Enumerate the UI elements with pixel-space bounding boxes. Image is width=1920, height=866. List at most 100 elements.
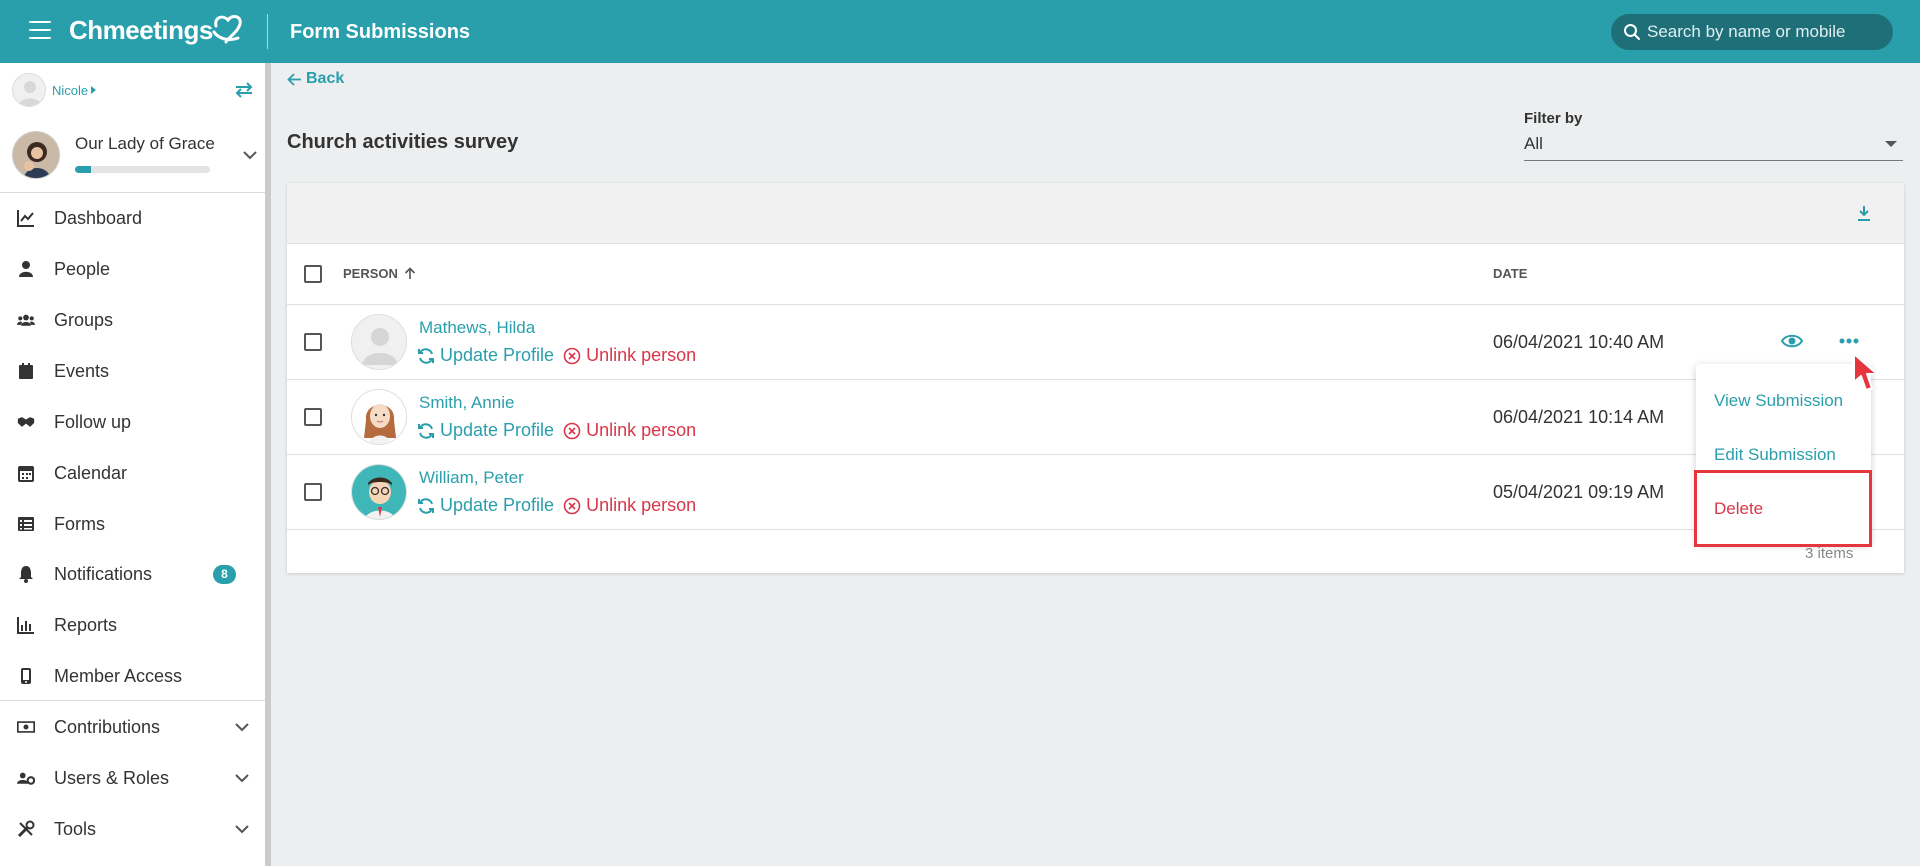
sidebar-scrollbar[interactable] <box>265 63 271 866</box>
sidebar-item-notifications[interactable]: Notifications 8 <box>0 553 265 595</box>
row-checkbox[interactable] <box>304 408 322 426</box>
row-checkbox[interactable] <box>304 333 322 351</box>
update-profile-label: Update Profile <box>440 420 555 440</box>
filter-label: Filter by <box>1524 110 1583 127</box>
sidebar-item-label: Calendar <box>54 462 128 483</box>
select-all-checkbox[interactable] <box>304 265 322 283</box>
unlink-person-link[interactable]: Unlink person <box>563 345 696 366</box>
bell-icon <box>16 564 36 584</box>
sidebar-item-label: People <box>54 258 111 279</box>
sort-arrow-up-icon <box>404 267 415 279</box>
column-header-date[interactable]: DATE <box>1493 266 1527 281</box>
sidebar-item-reports[interactable]: Reports <box>0 604 265 646</box>
sidebar-item-member-access[interactable]: Member Access <box>0 655 265 697</box>
person-name-link[interactable]: Mathews, Hilda <box>419 318 535 338</box>
notifications-badge: 8 <box>213 564 236 584</box>
sidebar-item-events[interactable]: Events <box>0 350 265 392</box>
church-selector[interactable]: Our Lady of Grace <box>12 131 262 185</box>
avatar <box>351 464 407 520</box>
row-actions: Update Profile Unlink person <box>417 345 696 366</box>
sidebar-item-label: Member Access <box>54 665 183 686</box>
user-menu[interactable]: Nicole <box>12 73 97 107</box>
view-submission-menu-item[interactable]: View Submission <box>1714 391 1843 411</box>
close-circle-icon <box>563 497 581 514</box>
table-header: PERSON DATE <box>287 244 1904 305</box>
hamburger-menu-icon[interactable] <box>29 21 51 39</box>
table-row: Mathews, Hilda Update Profile Unlink per… <box>287 305 1904 380</box>
brand-logo-text[interactable]: Chmeetings <box>69 15 213 46</box>
sidebar-item-users-roles[interactable]: Users & Roles <box>0 757 265 799</box>
back-link[interactable]: Back <box>287 70 344 88</box>
sidebar-item-people[interactable]: People <box>0 248 265 290</box>
sidebar-item-dashboard[interactable]: Dashboard <box>0 197 265 239</box>
items-count: 3 items <box>1805 545 1854 562</box>
update-profile-link[interactable]: Update Profile <box>417 420 554 441</box>
person-name-link[interactable]: Smith, Annie <box>419 393 514 413</box>
user-avatar <box>12 73 46 107</box>
row-actions: Update Profile Unlink person <box>417 420 696 441</box>
sidebar-item-follow-up[interactable]: Follow up <box>0 401 265 443</box>
update-profile-link[interactable]: Update Profile <box>417 495 554 516</box>
sidebar-divider <box>0 700 265 701</box>
table-toolbar <box>287 183 1904 244</box>
filter-value: All <box>1524 134 1543 153</box>
user-name[interactable]: Nicole <box>52 83 88 98</box>
sidebar-item-contributions[interactable]: Contributions <box>0 706 265 748</box>
chevron-down-icon[interactable] <box>243 151 257 160</box>
column-person-label: PERSON <box>343 266 398 281</box>
column-header-person[interactable]: PERSON <box>343 266 416 281</box>
more-horizontal-icon[interactable] <box>1839 338 1859 344</box>
church-progress-bar <box>75 166 210 173</box>
close-circle-icon <box>563 347 581 364</box>
handshake-icon <box>16 412 36 432</box>
submission-date: 05/04/2021 09:19 AM <box>1493 482 1665 502</box>
search-input[interactable] <box>1647 22 1887 42</box>
sidebar-item-label: Notifications <box>54 563 153 584</box>
search-icon <box>1624 24 1640 40</box>
person-name-link[interactable]: William, Peter <box>419 468 524 488</box>
submissions-table: PERSON DATE Mathews, Hilda Update Profil… <box>287 183 1904 573</box>
chevron-down-icon <box>235 722 249 731</box>
unlink-person-link[interactable]: Unlink person <box>563 495 696 516</box>
sidebar-item-label: Groups <box>54 309 114 330</box>
arrow-left-icon <box>287 72 301 86</box>
church-avatar <box>12 131 60 179</box>
search-box[interactable] <box>1611 14 1893 50</box>
refresh-icon <box>418 347 434 364</box>
church-name: Our Lady of Grace <box>75 134 215 153</box>
chevron-down-icon <box>235 773 249 782</box>
unlink-person-link[interactable]: Unlink person <box>563 420 696 441</box>
caret-down-icon <box>1885 141 1897 147</box>
table-row: William, Peter Update Profile Unlink per… <box>287 455 1904 530</box>
sidebar-item-tools[interactable]: Tools <box>0 808 265 850</box>
edit-submission-menu-item[interactable]: Edit Submission <box>1714 445 1836 465</box>
table-row: Smith, Annie Update Profile Unlink perso… <box>287 380 1904 455</box>
mobile-icon <box>16 666 36 686</box>
update-profile-link[interactable]: Update Profile <box>417 345 554 366</box>
refresh-icon <box>418 497 434 514</box>
sidebar-item-calendar[interactable]: Calendar <box>0 452 265 494</box>
sidebar-divider <box>0 192 265 193</box>
row-checkbox[interactable] <box>304 483 322 501</box>
money-icon <box>16 717 36 737</box>
filter-select[interactable]: All <box>1524 130 1903 161</box>
sidebar-item-label: Tools <box>54 818 97 839</box>
sidebar-item-forms[interactable]: Forms <box>0 503 265 545</box>
avatar <box>351 389 407 445</box>
close-circle-icon <box>563 422 581 439</box>
unlink-person-label: Unlink person <box>586 495 697 515</box>
download-icon[interactable] <box>1856 205 1872 222</box>
sidebar-item-groups[interactable]: Groups <box>0 299 265 341</box>
sidebar-item-label: Reports <box>54 614 118 635</box>
users-icon <box>16 310 36 330</box>
tools-icon <box>16 819 36 839</box>
unlink-person-label: Unlink person <box>586 420 697 440</box>
form-title: Church activities survey <box>287 131 519 153</box>
switch-arrows-icon[interactable] <box>234 81 254 99</box>
back-label: Back <box>306 70 345 87</box>
row-actions: Update Profile Unlink person <box>417 495 696 516</box>
avatar <box>351 314 407 370</box>
sidebar-item-label: Contributions <box>54 716 161 737</box>
eye-icon[interactable] <box>1781 333 1803 349</box>
sidebar-item-label: Events <box>54 360 110 381</box>
